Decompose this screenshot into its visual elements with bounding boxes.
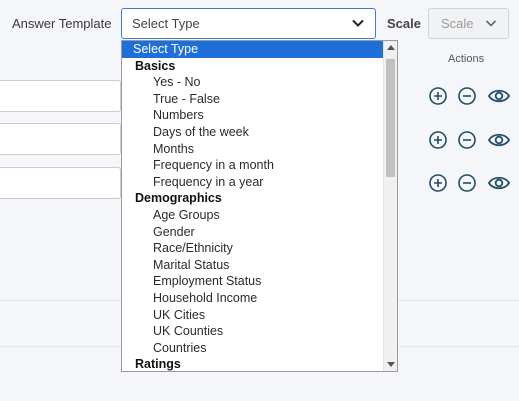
scale-select-value: Scale [441, 16, 474, 31]
plus-circle-icon[interactable] [427, 85, 449, 107]
dropdown-option[interactable]: UK Counties [122, 323, 384, 340]
dropdown-option[interactable]: UK Cities [122, 307, 384, 324]
answer-row-input[interactable] [0, 167, 121, 199]
dropdown-option[interactable]: Numbers [122, 107, 384, 124]
dropdown-option[interactable]: Household Income [122, 290, 384, 307]
answer-type-select-value: Select Type [132, 16, 200, 31]
option-group-label: Demographics [135, 191, 222, 206]
dropdown-option[interactable]: Days of the week [122, 124, 384, 141]
dropdown-option[interactable]: Age Groups [122, 207, 384, 224]
dropdown-option[interactable]: Yes - No [122, 74, 384, 91]
scroll-up-arrow-icon[interactable] [387, 45, 395, 50]
question-panel: Answer Template Select Type Scale Scale … [0, 0, 519, 401]
chevron-down-icon [484, 16, 498, 33]
dropdown-option[interactable]: Select Type [122, 41, 384, 58]
dropdown-option[interactable]: Gender [122, 224, 384, 241]
option-group-label: Basics [135, 58, 176, 73]
scale-label: Scale [387, 16, 421, 31]
plus-circle-icon[interactable] [427, 172, 449, 194]
answer-type-select[interactable]: Select Type [121, 8, 376, 39]
dropdown-option[interactable]: Frequency in a month [122, 157, 384, 174]
answer-template-label: Answer Template [12, 16, 112, 31]
dropdown-option[interactable]: Countries [122, 340, 384, 357]
scrollbar-thumb[interactable] [386, 59, 395, 177]
answer-row-input[interactable] [0, 80, 121, 112]
eye-icon[interactable] [487, 85, 511, 107]
chevron-down-icon [351, 16, 365, 33]
dropdown-scrollbar[interactable] [383, 41, 397, 371]
minus-circle-icon[interactable] [456, 129, 478, 151]
dropdown-option[interactable]: Months [122, 141, 384, 158]
dropdown-option[interactable]: Employment Status [122, 273, 384, 290]
scale-select[interactable]: Scale [428, 8, 509, 39]
dropdown-option[interactable]: Marital Status [122, 257, 384, 274]
answer-row-input[interactable] [0, 123, 121, 155]
eye-icon[interactable] [487, 172, 511, 194]
option-group-label: Ratings [135, 357, 181, 372]
eye-icon[interactable] [487, 129, 511, 151]
plus-circle-icon[interactable] [427, 129, 449, 151]
minus-circle-icon[interactable] [456, 85, 478, 107]
dropdown-option[interactable]: True - False [122, 91, 384, 108]
actions-header: Actions [448, 53, 485, 65]
answer-type-option-list: Select Type Basics Yes - No True - False Num… [122, 41, 384, 372]
dropdown-option[interactable]: Race/Ethnicity [122, 240, 384, 257]
dropdown-option[interactable]: Frequency in a year [122, 174, 384, 191]
minus-circle-icon[interactable] [456, 172, 478, 194]
answer-type-dropdown[interactable]: Select Type Basics Yes - No True - False Num… [121, 40, 398, 372]
scroll-down-arrow-icon[interactable] [387, 362, 395, 367]
